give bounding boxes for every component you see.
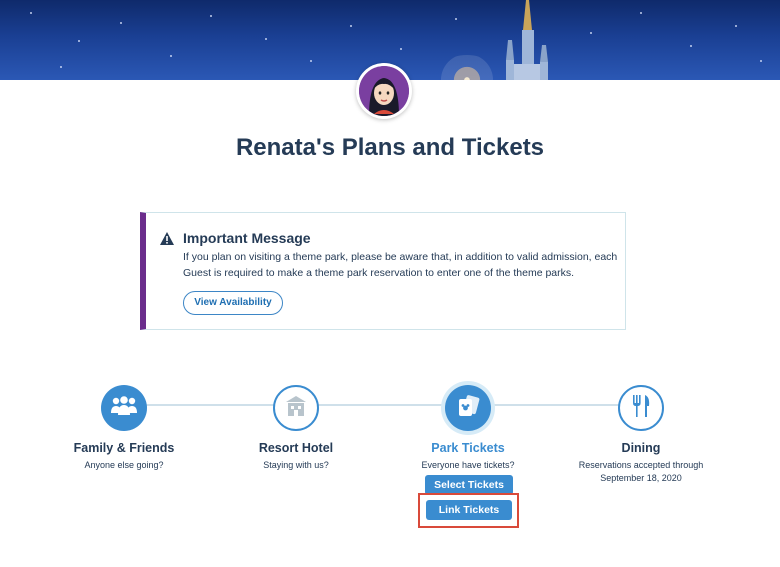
step-subtitle-resort-hotel: Staying with us? bbox=[263, 460, 329, 470]
ticket-icon bbox=[455, 394, 481, 423]
message-title: Important Message bbox=[183, 230, 311, 246]
step-dining[interactable] bbox=[618, 385, 664, 431]
step-title-resort-hotel: Resort Hotel bbox=[258, 441, 334, 455]
step-subtitle-park-tickets: Everyone have tickets? bbox=[421, 460, 515, 470]
step-title-park-tickets: Park Tickets bbox=[431, 441, 505, 455]
select-tickets-button[interactable]: Select Tickets bbox=[425, 475, 513, 495]
message-body: If you plan on visiting a theme park, pl… bbox=[183, 251, 618, 279]
view-availability-button[interactable]: View Availability bbox=[183, 291, 283, 315]
step-subtitle-family-friends: Anyone else going? bbox=[84, 460, 164, 470]
hotel-icon bbox=[285, 395, 307, 422]
mulan-avatar-icon bbox=[359, 66, 409, 116]
link-tickets-button[interactable]: Link Tickets bbox=[426, 500, 512, 520]
step-subtitle-dining: Reservations accepted through September … bbox=[578, 460, 704, 483]
step-resort-hotel[interactable] bbox=[273, 385, 319, 431]
step-title-family-friends: Family & Friends bbox=[73, 441, 175, 455]
progress-line bbox=[125, 404, 645, 406]
dining-icon bbox=[631, 394, 651, 423]
warning-icon bbox=[160, 232, 174, 250]
family-icon bbox=[110, 395, 138, 422]
fireworks-graphic bbox=[432, 55, 502, 80]
step-family-friends[interactable] bbox=[101, 385, 147, 431]
step-title-dining: Dining bbox=[621, 441, 661, 455]
avatar[interactable] bbox=[356, 63, 412, 119]
step-park-tickets[interactable] bbox=[445, 385, 491, 431]
page-title: Renata's Plans and Tickets bbox=[235, 134, 545, 161]
castle-graphic bbox=[506, 0, 548, 80]
